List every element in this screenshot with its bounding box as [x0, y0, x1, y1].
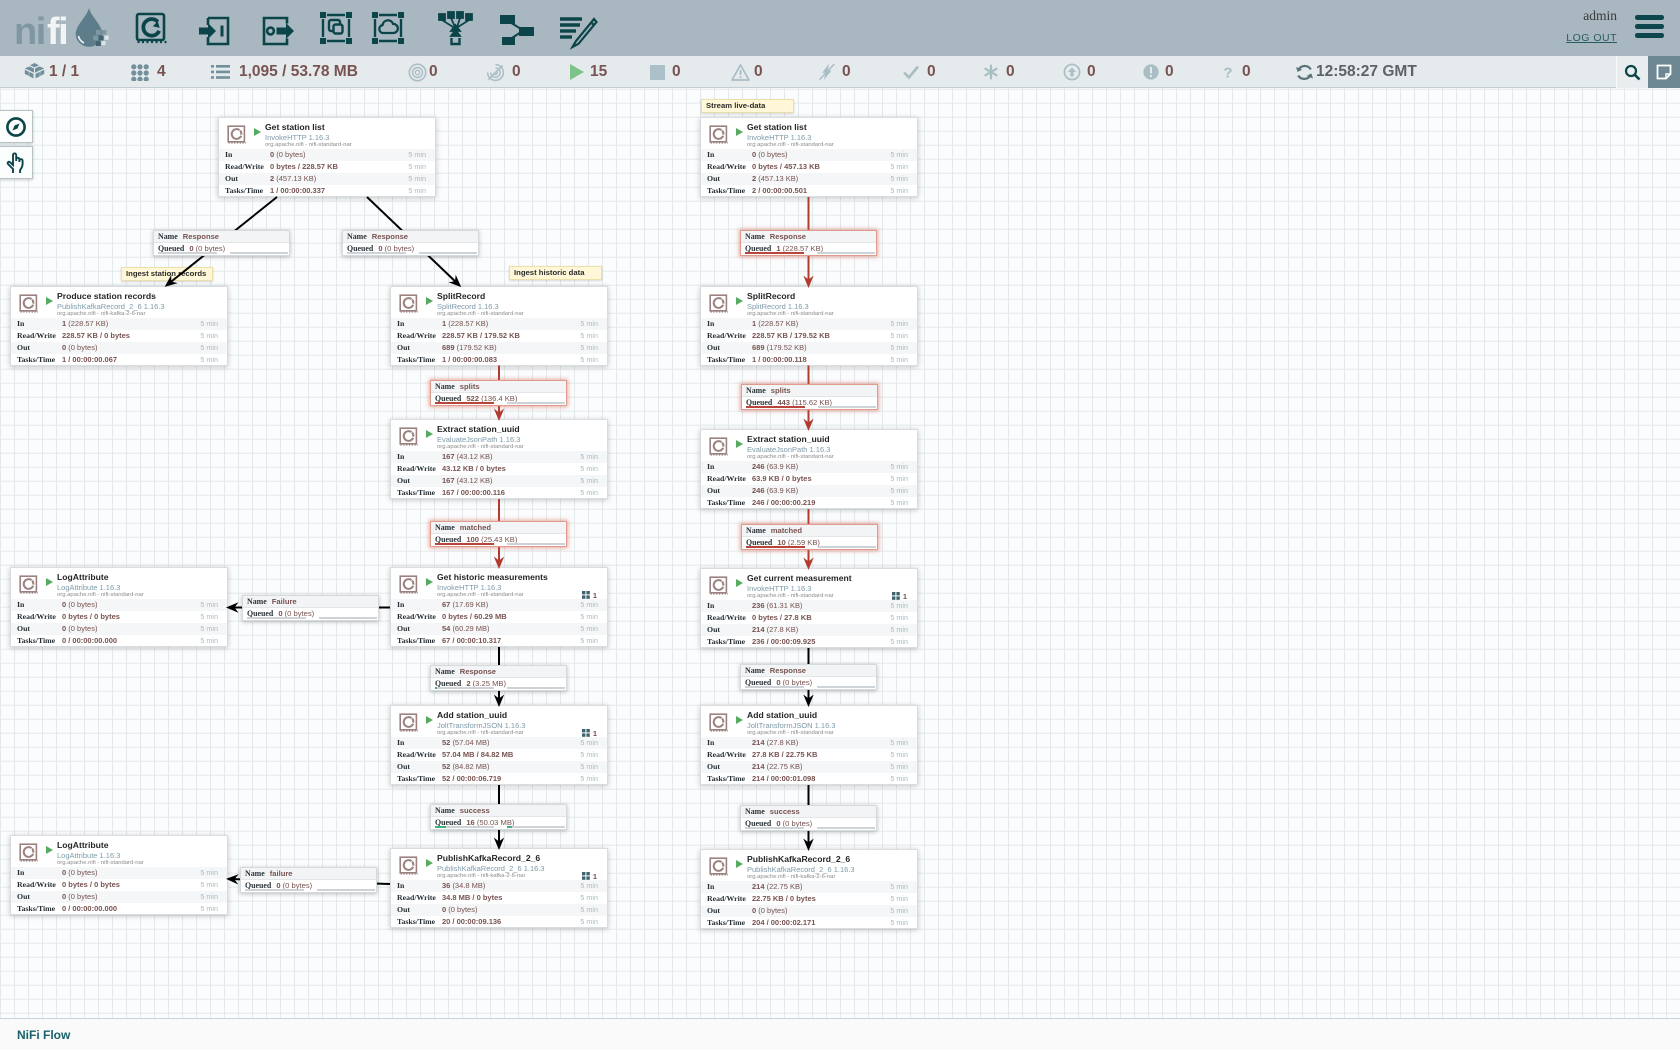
svg-text:fi: fi [47, 11, 67, 53]
svg-text:?: ? [1223, 65, 1232, 82]
svg-text:ni: ni [14, 11, 45, 53]
